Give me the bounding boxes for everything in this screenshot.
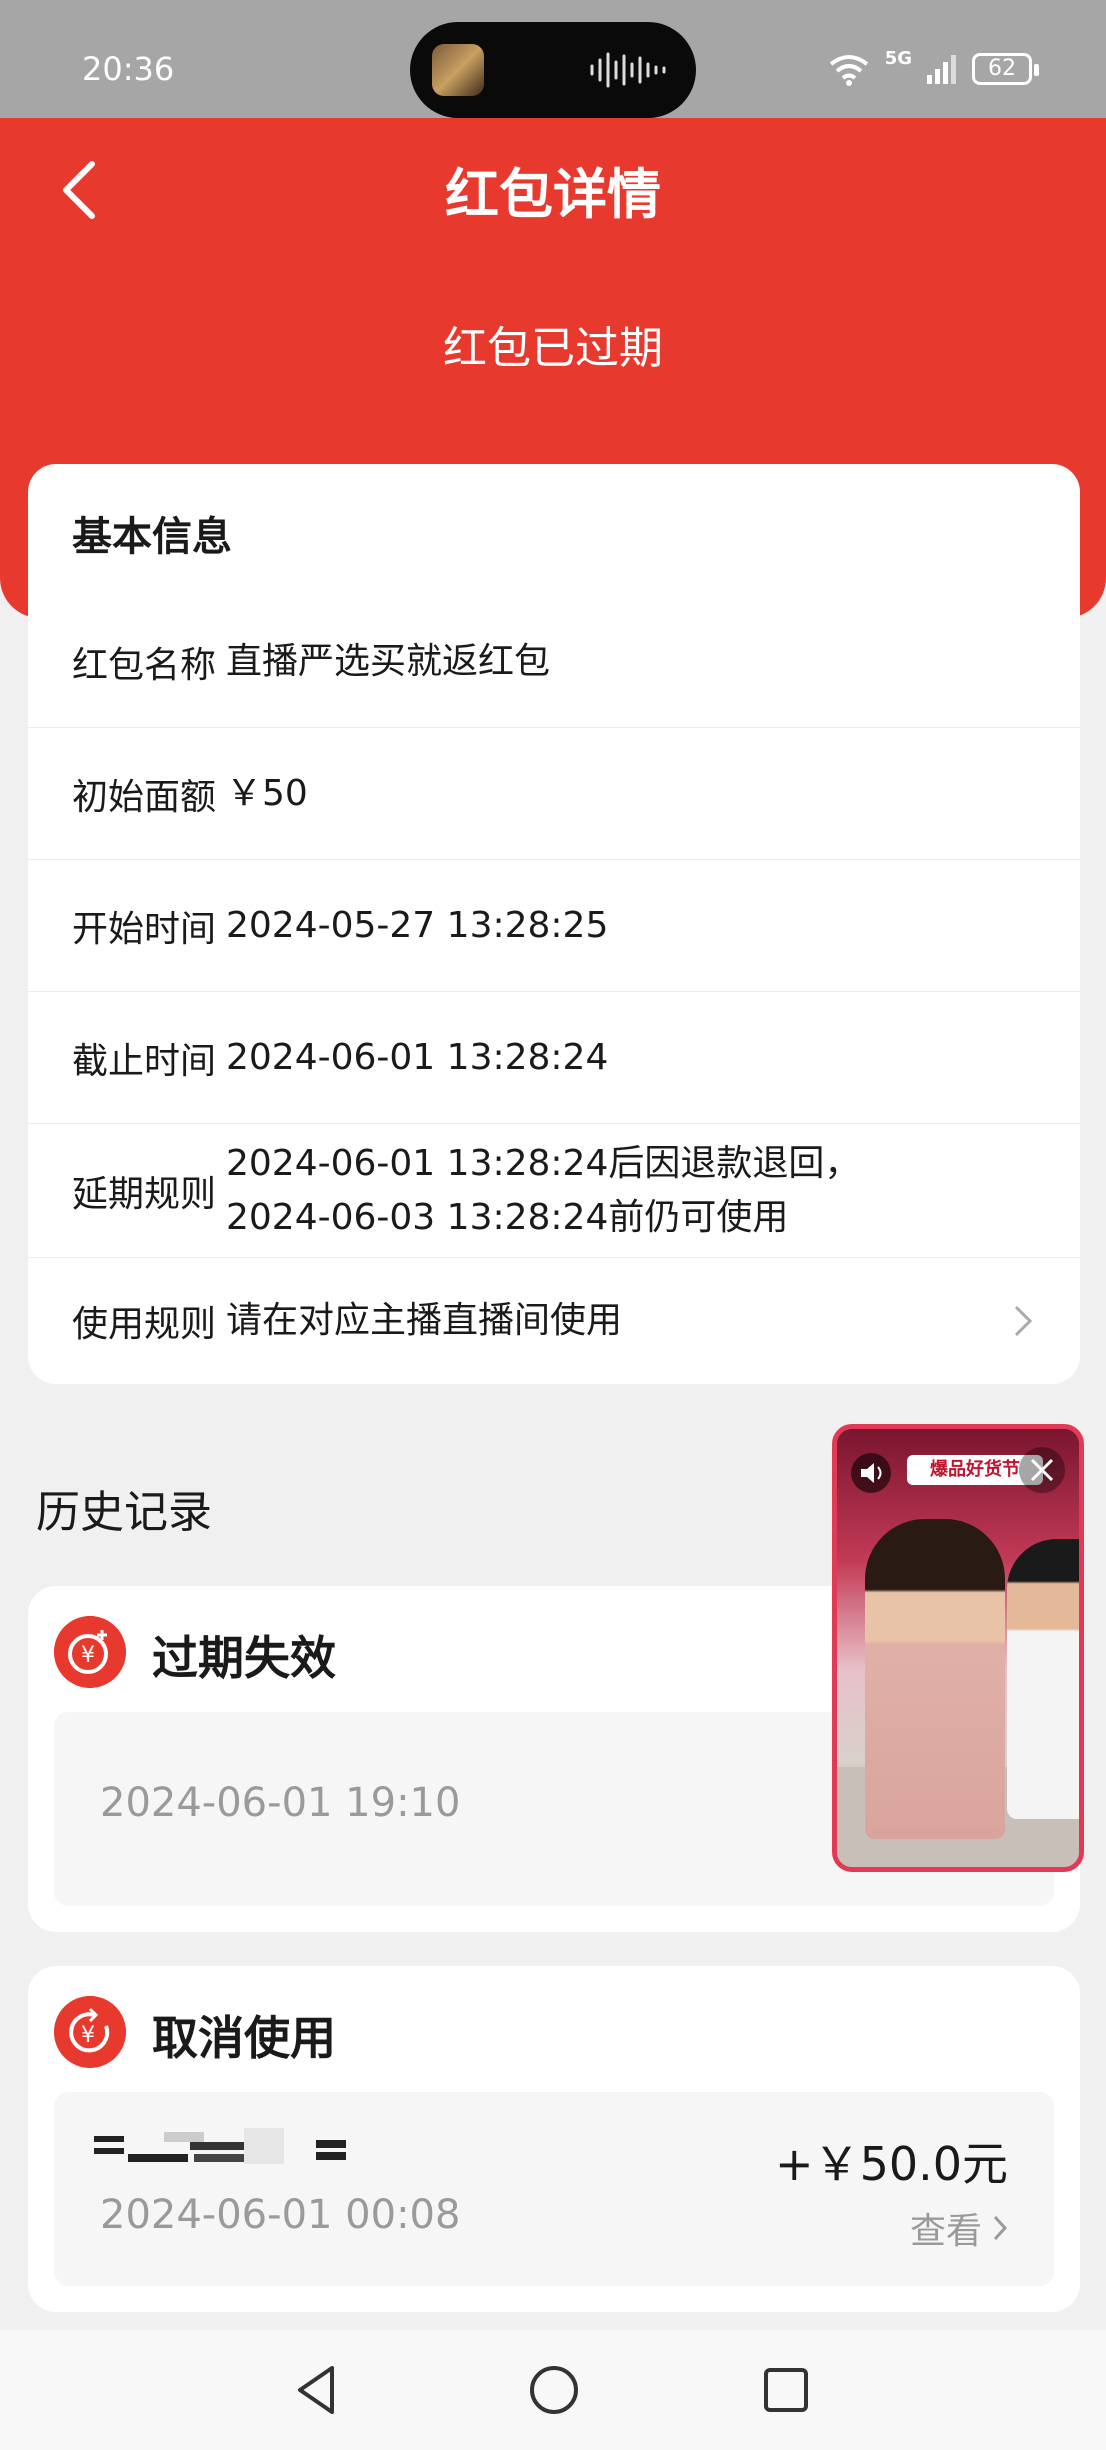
nav-home-icon[interactable] [524, 2360, 584, 2420]
redacted-name [94, 2128, 346, 2164]
history-record: ¥ 取消使用 2024-06-01 00:08 +￥50.0元 查看 [28, 1966, 1080, 2312]
chevron-right-icon[interactable] [1012, 1303, 1034, 1339]
signal-icon [927, 54, 956, 84]
record-title: 取消使用 [152, 2011, 336, 2065]
svg-text:¥: ¥ [81, 2023, 95, 2048]
status-icons: 5G 62 [827, 48, 1039, 89]
history-title: 历史记录 [36, 1487, 212, 1538]
media-thumbnail [432, 44, 484, 96]
info-value: 直播严选买就返红包 [226, 640, 551, 682]
record-time: 2024-06-01 00:08 [100, 2192, 461, 2238]
refund-amount: +￥50.0元 [775, 2137, 1008, 2191]
pip-cohost [1007, 1539, 1079, 1819]
info-row-extension-rule: 延期规则 2024-06-01 13:28:24后因退款退回， 2024-06-… [28, 1124, 1080, 1258]
view-link-label: 查看 [909, 2211, 982, 2252]
info-row-name: 红包名称 直播严选买就返红包 [28, 596, 1080, 728]
info-value-line: 2024-06-01 13:28:24后因退款退回， [226, 1142, 861, 1184]
redpacket-status: 红包已过期 [443, 323, 663, 374]
svg-text:¥: ¥ [81, 1643, 95, 1668]
sound-icon[interactable] [851, 1453, 891, 1493]
info-label: 初始面额 [72, 776, 217, 818]
info-value: 2024-06-01 13:28:24 [226, 1036, 609, 1078]
info-label: 红包名称 [72, 644, 217, 686]
record-title: 过期失效 [152, 1631, 336, 1685]
info-value-line: 2024-06-03 13:28:24前仍可使用 [226, 1196, 789, 1238]
basic-info-heading: 基本信息 [72, 514, 232, 560]
info-row-end-time: 截止时间 2024-06-01 13:28:24 [28, 992, 1080, 1124]
system-nav-bar [0, 2330, 1106, 2450]
info-label: 延期规则 [72, 1173, 217, 1215]
info-value: ￥50 [226, 772, 308, 814]
info-row-amount: 初始面额 ￥50 [28, 728, 1080, 860]
nav-back-icon[interactable] [288, 2360, 348, 2420]
status-time: 20:36 [82, 50, 175, 88]
info-label: 使用规则 [72, 1304, 217, 1345]
record-time: 2024-06-01 19:10 [100, 1780, 461, 1826]
info-label: 截止时间 [72, 1040, 217, 1082]
info-row-start-time: 开始时间 2024-05-27 13:28:25 [28, 860, 1080, 992]
chevron-right-icon [993, 2215, 1008, 2241]
info-value: 2024-05-27 13:28:25 [226, 904, 609, 946]
info-label: 开始时间 [72, 908, 217, 950]
yuan-return-icon: ¥ [54, 1996, 126, 2068]
close-icon[interactable] [1019, 1447, 1065, 1493]
info-row-usage-rule[interactable]: 使用规则 请在对应主播直播间使用 [28, 1258, 1080, 1384]
basic-info-card: 基本信息 红包名称 直播严选买就返红包 初始面额 ￥50 开始时间 2024-0… [28, 464, 1080, 1384]
battery-icon: 62 [972, 52, 1039, 85]
network-type: 5G [884, 48, 912, 69]
page-title: 红包详情 [445, 163, 661, 226]
record-detail[interactable]: 2024-06-01 00:08 +￥50.0元 查看 [54, 2092, 1054, 2286]
view-link[interactable]: 查看 [910, 2202, 1008, 2254]
pip-host [865, 1519, 1005, 1839]
live-stream-pip[interactable]: 爆品好货节 [832, 1424, 1084, 1872]
audio-wave-icon [590, 52, 666, 88]
status-bar: 20:36 5G 62 [0, 0, 1106, 118]
dynamic-island[interactable] [410, 22, 696, 118]
yuan-coin-icon: ¥ [54, 1616, 126, 1688]
info-value: 请在对应主播直播间使用 [226, 1300, 623, 1341]
wifi-icon [829, 54, 868, 86]
nav-recents-icon[interactable] [756, 2360, 816, 2420]
info-value-multiline: 2024-06-01 13:28:24后因退款退回， 2024-06-03 13… [226, 1137, 860, 1245]
